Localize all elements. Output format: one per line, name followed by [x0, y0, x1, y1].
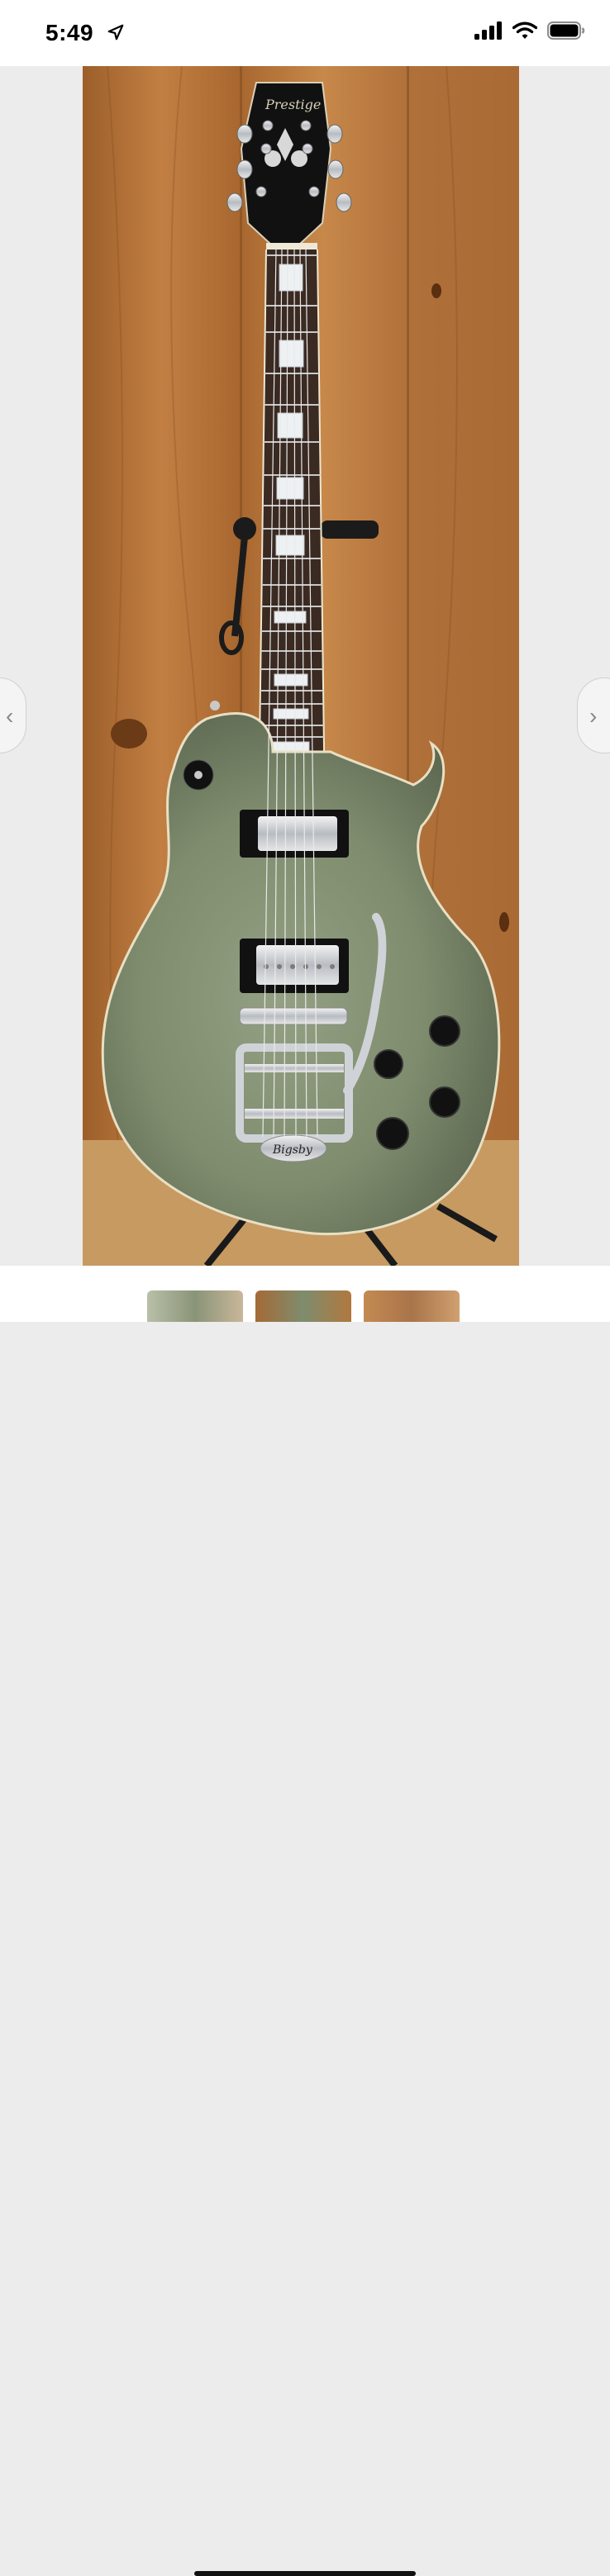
wifi-icon	[512, 21, 537, 39]
chevron-left-icon: ‹	[6, 703, 14, 729]
thumbnail-2[interactable]	[255, 1290, 351, 1322]
thumbnail-strip	[0, 1266, 610, 2576]
cellular-signal-icon	[474, 21, 502, 40]
chevron-right-icon: ›	[589, 703, 598, 729]
next-image-button[interactable]: ›	[577, 677, 610, 753]
home-indicator[interactable]	[194, 2571, 416, 2576]
svg-text:Bigsby: Bigsby	[272, 1143, 313, 1157]
battery-icon	[547, 21, 585, 40]
status-bar: 5:49	[0, 0, 610, 66]
svg-text:Prestige: Prestige	[264, 97, 321, 112]
thumbnail-3[interactable]	[364, 1290, 460, 1322]
previous-image-button[interactable]: ‹	[0, 677, 26, 753]
status-icons	[474, 21, 585, 40]
thumbnail-1[interactable]	[147, 1290, 243, 1322]
status-time: 5:49	[45, 20, 94, 45]
image-viewer[interactable]: Prestige Bigsby ‹ ›	[0, 66, 610, 1266]
guitar-image: Prestige Bigsby	[83, 66, 519, 1266]
location-arrow-icon	[107, 24, 124, 40]
product-photo[interactable]: Prestige Bigsby	[83, 66, 519, 1266]
